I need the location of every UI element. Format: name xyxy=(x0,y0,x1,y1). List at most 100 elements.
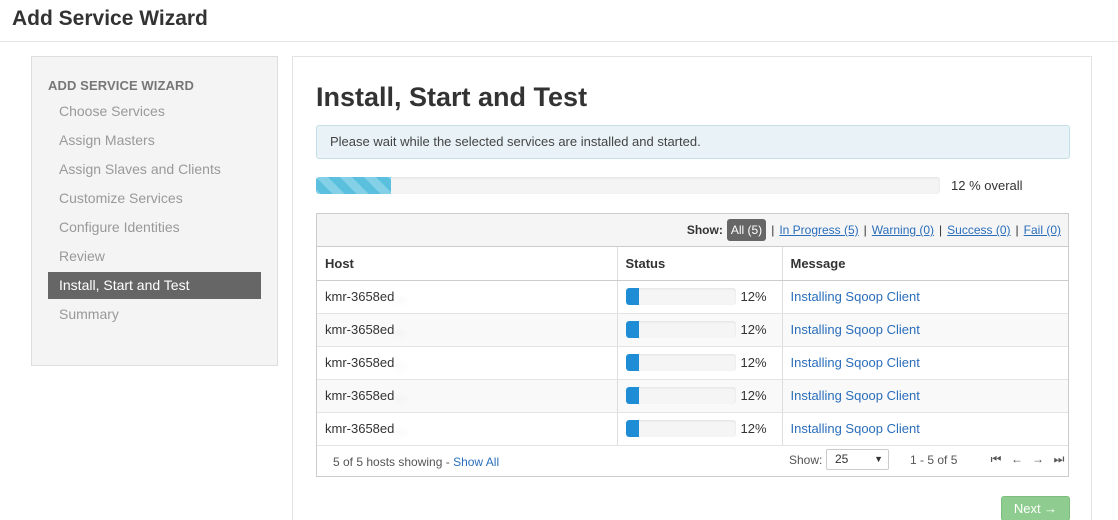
host-progress-percent: 12% xyxy=(740,355,767,371)
step-install-start-test: Install, Start and Test xyxy=(48,272,261,299)
status-cell: 12% xyxy=(617,379,783,413)
hosts-showing-text: 5 of 5 hosts showing - xyxy=(333,455,454,469)
sidebar-heading: ADD SERVICE WIZARD xyxy=(48,78,195,93)
message-cell: Installing Sqoop Client xyxy=(782,379,1068,413)
hosts-showing-summary: 5 of 5 hosts showing - Show All xyxy=(333,455,499,469)
host-name-redacted: ... xyxy=(394,322,406,337)
last-page-icon[interactable]: ⏭ xyxy=(1051,452,1067,466)
overall-progress-fill xyxy=(316,177,391,194)
wizard-steps: Choose Services Assign Masters Assign Sl… xyxy=(48,97,261,329)
step-review: Review xyxy=(59,248,105,264)
step-configure-identities: Configure Identities xyxy=(59,219,180,235)
host-name: kmr-3658ed xyxy=(325,388,395,403)
host-progress-percent: 12% xyxy=(740,289,767,305)
column-host: Host xyxy=(317,247,618,281)
filter-fail[interactable]: Fail (0) xyxy=(1024,223,1061,237)
status-cell: 12% xyxy=(617,346,783,380)
next-button[interactable]: Next → xyxy=(1001,496,1070,520)
column-status: Status xyxy=(617,247,783,281)
step-assign-slaves-clients: Assign Slaves and Clients xyxy=(59,161,221,177)
host-name: kmr-3658ed xyxy=(325,289,395,304)
overall-progress-bar xyxy=(316,177,940,194)
host-name-redacted: ... xyxy=(394,421,406,436)
next-page-icon[interactable]: → xyxy=(1030,452,1046,466)
message-cell: Installing Sqoop Client xyxy=(782,280,1068,314)
host-progress-percent: 12% xyxy=(740,322,767,338)
host-progress-fill xyxy=(625,387,639,405)
filter-separator: | xyxy=(863,223,867,237)
filter-warning[interactable]: Warning (0) xyxy=(872,223,934,237)
chevron-down-icon: ▼ xyxy=(874,454,883,464)
host-cell: kmr-3658ed... xyxy=(317,346,618,380)
message-cell: Installing Sqoop Client xyxy=(782,346,1068,380)
host-name-redacted: ... xyxy=(394,355,406,370)
host-cell: kmr-3658ed... xyxy=(317,379,618,413)
column-message: Message xyxy=(782,247,1068,281)
filter-success[interactable]: Success (0) xyxy=(947,223,1010,237)
status-cell: 12% xyxy=(617,313,783,347)
filter-show-label: Show: xyxy=(686,223,723,237)
hosts-table: Host Status Message kmr-3658ed... 12% Inst… xyxy=(317,247,1068,446)
overall-progress-label: 12 % overall xyxy=(951,178,1023,193)
table-row: kmr-3658ed... 12% Installing Sqoop Client xyxy=(317,412,1068,446)
filter-separator: | xyxy=(771,223,775,237)
host-progress-bar xyxy=(625,354,736,372)
status-cell: 12% xyxy=(617,412,783,446)
host-name: kmr-3658ed xyxy=(325,355,395,370)
host-cell: kmr-3658ed... xyxy=(317,280,618,314)
host-progress-bar xyxy=(625,321,736,339)
page-size-value: 25 xyxy=(835,452,849,466)
host-progress-fill xyxy=(625,288,639,306)
first-page-icon[interactable]: ⏮ xyxy=(988,452,1004,466)
host-cell: kmr-3658ed... xyxy=(317,313,618,347)
table-row: kmr-3658ed... 12% Installing Sqoop Client xyxy=(317,346,1068,380)
info-alert: Please wait while the selected services … xyxy=(316,125,1070,159)
app-title: Add Service Wizard xyxy=(12,7,208,30)
wizard-sidebar: ADD SERVICE WIZARD Choose Services Assig… xyxy=(31,56,278,366)
host-name-redacted: ... xyxy=(394,388,406,403)
status-cell: 12% xyxy=(617,280,783,314)
table-row: kmr-3658ed... 12% Installing Sqoop Client xyxy=(317,313,1068,347)
host-message-link[interactable]: Installing Sqoop Client xyxy=(791,322,920,337)
host-progress-bar xyxy=(625,387,736,405)
step-customize-services: Customize Services xyxy=(59,190,183,206)
host-name: kmr-3658ed xyxy=(325,421,395,436)
show-all-link[interactable]: Show All xyxy=(453,455,499,469)
host-progress-percent: 12% xyxy=(740,421,767,437)
page-size-select[interactable]: 25 ▼ xyxy=(826,449,889,470)
filter-bar: Show: All (5) | In Progress (5) | Warnin… xyxy=(317,214,1068,247)
host-progress-percent: 12% xyxy=(740,388,767,404)
prev-page-icon[interactable]: ← xyxy=(1009,452,1025,466)
filter-in-progress[interactable]: In Progress (5) xyxy=(779,223,858,237)
page-title: Install, Start and Test xyxy=(316,82,588,112)
host-message-link[interactable]: Installing Sqoop Client xyxy=(791,421,920,436)
message-cell: Installing Sqoop Client xyxy=(782,313,1068,347)
step-assign-masters: Assign Masters xyxy=(59,132,155,148)
host-progress-fill xyxy=(625,354,639,372)
step-choose-services: Choose Services xyxy=(59,103,165,119)
hosts-table-container: Show: All (5) | In Progress (5) | Warnin… xyxy=(316,213,1069,477)
host-progress-fill xyxy=(625,420,639,438)
table-header-row: Host Status Message xyxy=(317,247,1068,281)
filter-all[interactable]: All (5) xyxy=(726,219,767,241)
host-message-link[interactable]: Installing Sqoop Client xyxy=(791,289,920,304)
host-message-link[interactable]: Installing Sqoop Client xyxy=(791,388,920,403)
host-progress-fill xyxy=(625,321,639,339)
page-range: 1 - 5 of 5 xyxy=(910,453,958,467)
message-cell: Installing Sqoop Client xyxy=(782,412,1068,446)
page-size-label: Show: xyxy=(789,453,823,467)
top-bar: Add Service Wizard xyxy=(0,0,1118,42)
host-progress-bar xyxy=(625,420,736,438)
host-cell: kmr-3658ed... xyxy=(317,412,618,446)
main-panel: Install, Start and Test Please wait whil… xyxy=(292,56,1092,520)
host-progress-bar xyxy=(625,288,736,306)
filter-separator: | xyxy=(1015,223,1019,237)
host-name: kmr-3658ed xyxy=(325,322,395,337)
table-row: kmr-3658ed... 12% Installing Sqoop Client xyxy=(317,280,1068,314)
host-message-link[interactable]: Installing Sqoop Client xyxy=(791,355,920,370)
filter-separator: | xyxy=(939,223,943,237)
table-footer: 5 of 5 hosts showing - Show All Show: 25… xyxy=(317,446,1068,476)
pager: ⏮ ← → ⏭ xyxy=(988,452,1067,467)
host-name-redacted: ... xyxy=(394,289,406,304)
step-summary: Summary xyxy=(59,306,119,322)
